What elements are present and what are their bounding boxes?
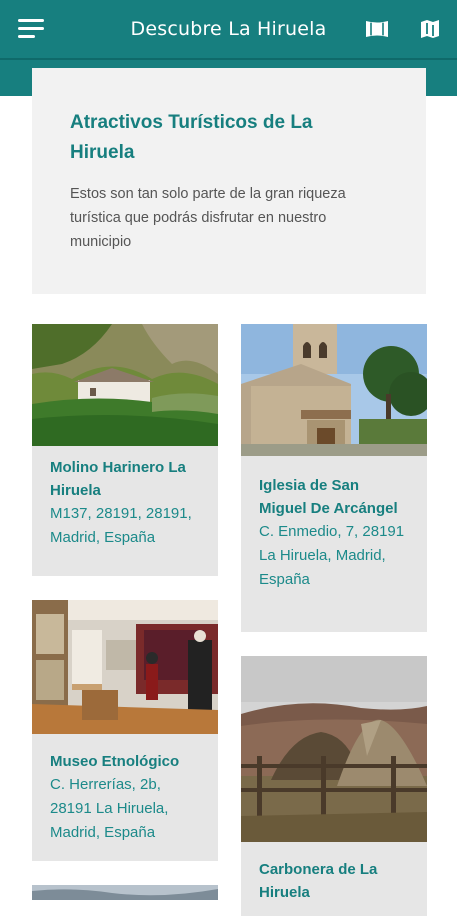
attraction-card-iglesia[interactable]: Iglesia de San Miguel De Arcángel C. Enm… <box>241 324 427 632</box>
attraction-address: C. Enmedio, 7, 28191 La Hiruela, Madrid,… <box>259 523 405 588</box>
attraction-card-museo[interactable]: Museo Etnológico C. Herrerías, 2b, 28191… <box>32 600 218 861</box>
attraction-name: Museo Etnológico <box>50 753 180 770</box>
intro-title: Atractivos Turísticos de La Hiruela <box>70 112 313 163</box>
attraction-name: Iglesia de San Miguel De Arcángel <box>259 477 398 517</box>
attraction-card-partial[interactable] <box>32 885 218 900</box>
attraction-address: C. Herrerías, 2b, 28191 La Hiruela, Madr… <box>50 776 169 841</box>
carbonera-photo <box>241 656 427 842</box>
partial-photo <box>32 885 218 900</box>
museo-photo <box>32 600 218 734</box>
intro-panel: Atractivos Turísticos de La Hiruela Esto… <box>32 68 426 294</box>
app-bar-divider <box>0 58 457 60</box>
map-icon[interactable] <box>419 18 441 40</box>
attraction-address: M137, 28191, 28191, Madrid, España <box>50 505 192 546</box>
molino-photo <box>32 324 218 446</box>
attraction-card-carbonera[interactable]: Carbonera de La Hiruela <box>241 656 427 916</box>
iglesia-photo <box>241 324 427 456</box>
attraction-name: Molino Harinero La Hiruela <box>50 459 186 499</box>
attraction-card-molino[interactable]: Molino Harinero La Hiruela M137, 28191, … <box>32 324 218 576</box>
intro-description: Estos son tan solo parte de la gran riqu… <box>70 186 346 250</box>
attraction-name: Carbonera de La Hiruela <box>259 861 378 901</box>
panorama-icon[interactable] <box>365 18 389 40</box>
